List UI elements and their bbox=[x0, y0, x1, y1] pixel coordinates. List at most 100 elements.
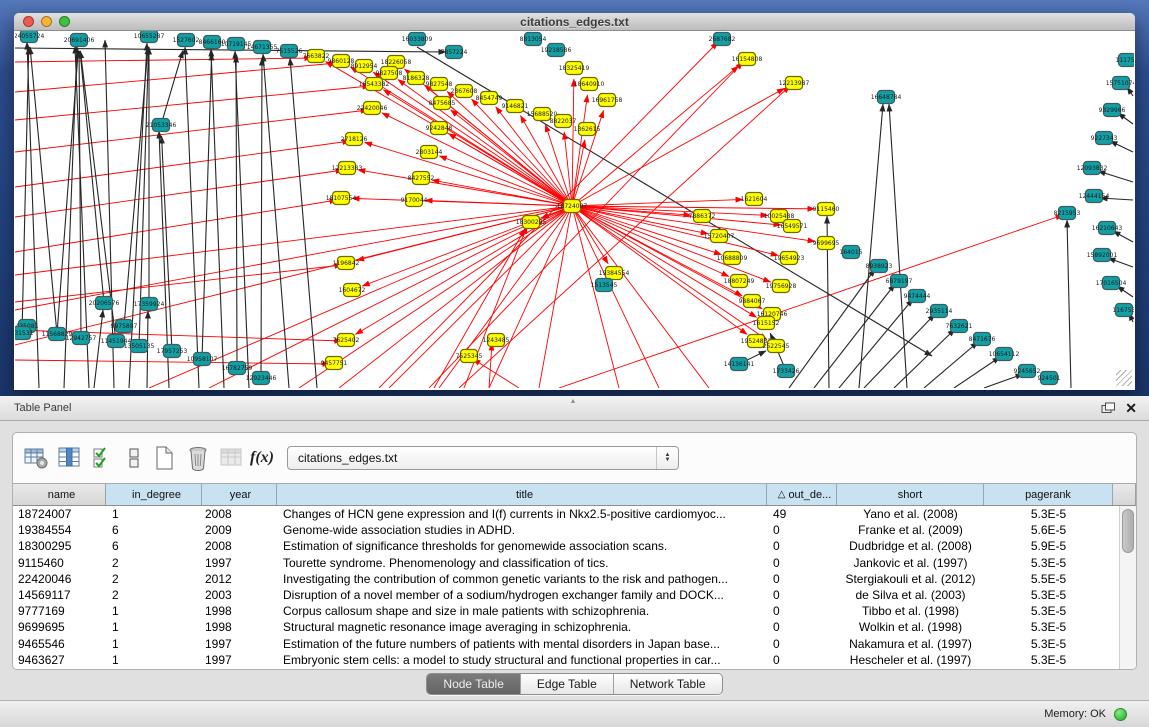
table-settings-button[interactable] bbox=[21, 443, 51, 473]
network-node-label: 14671355 bbox=[247, 44, 278, 51]
network-node-label: 14136141 bbox=[724, 361, 755, 368]
new-column-button[interactable] bbox=[149, 443, 179, 473]
column-header-title[interactable]: title bbox=[277, 484, 767, 505]
resize-grip[interactable] bbox=[1116, 370, 1132, 386]
network-selector[interactable]: citations_edges.txt ▲ ▼ bbox=[287, 446, 679, 470]
column-header-name[interactable]: name bbox=[13, 484, 106, 505]
table-row[interactable]: 2242004622012Investigating the contribut… bbox=[13, 571, 1136, 587]
delete-column-button[interactable] bbox=[183, 443, 213, 473]
table-cell: 1 bbox=[106, 653, 202, 667]
table-panel-body: f(x) citations_edges.txt ▲ ▼ namein_degr… bbox=[0, 421, 1149, 700]
network-node-label: 16543382 bbox=[359, 81, 390, 88]
table-row[interactable]: 1872400712008Changes of HCN gene express… bbox=[13, 506, 1136, 522]
network-node-label: 17359924 bbox=[134, 301, 165, 308]
column-header-out_de...[interactable]: △out_de... bbox=[767, 484, 837, 505]
scrollbar-thumb[interactable] bbox=[1122, 509, 1134, 553]
table-cell: 1997 bbox=[202, 556, 277, 570]
table-rows: 1872400712008Changes of HCN gene express… bbox=[13, 506, 1136, 669]
network-node-label: 164015 bbox=[840, 249, 863, 256]
network-canvas[interactable]: 1872400724055724206914061065528715276028… bbox=[15, 31, 1134, 388]
table-row[interactable]: 946554611997Estimation of the future num… bbox=[13, 636, 1136, 652]
table-cell: Wolkin et al. (1998) bbox=[837, 620, 984, 634]
table-row[interactable]: 1456911722003Disruption of a novel membe… bbox=[13, 587, 1136, 603]
tab-edge-table[interactable]: Edge Table bbox=[521, 674, 614, 694]
network-node-label: 2367608 bbox=[451, 88, 478, 95]
row-height-button[interactable] bbox=[123, 443, 145, 473]
network-node-label: 1604672 bbox=[339, 287, 366, 294]
new-file-icon bbox=[151, 444, 177, 472]
network-node-label: 12923446 bbox=[246, 375, 277, 382]
network-node-label: 12093832 bbox=[1077, 165, 1108, 172]
network-node-label: 8912954 bbox=[351, 63, 378, 70]
network-node-label: 1621604 bbox=[741, 196, 768, 203]
network-node-label: 12213383 bbox=[332, 165, 363, 172]
table-cell: 1 bbox=[106, 620, 202, 634]
table-cell: 5.6E-5 bbox=[984, 523, 1113, 537]
table-row[interactable]: 977716911998Corpus callosum shape and si… bbox=[13, 603, 1136, 619]
select-column-button[interactable] bbox=[55, 443, 85, 473]
splitter-handle-icon[interactable]: ▴ bbox=[571, 396, 575, 405]
network-node-label: 19218586 bbox=[541, 47, 572, 54]
column-header-scroll-stub[interactable] bbox=[1113, 484, 1136, 505]
table-cell: Corpus callosum shape and size in male p… bbox=[277, 604, 767, 618]
table-cell: 5.9E-5 bbox=[984, 539, 1113, 553]
show-hide-columns-button[interactable] bbox=[89, 443, 119, 473]
network-node-label: 2935114 bbox=[926, 308, 953, 315]
import-table-button[interactable] bbox=[217, 443, 247, 473]
close-panel-button[interactable]: ✕ bbox=[1125, 400, 1137, 417]
network-node-label: 10688809 bbox=[717, 255, 748, 262]
function-builder-button[interactable]: f(x) bbox=[251, 443, 273, 473]
column-header-year[interactable]: year bbox=[202, 484, 277, 505]
network-node-label: 7663822 bbox=[303, 53, 330, 60]
network-node-label: 9474444 bbox=[904, 293, 931, 300]
network-node-label: 15720407 bbox=[704, 233, 735, 240]
table-cell: 5.3E-5 bbox=[984, 637, 1113, 651]
table-cell: Hescheler et al. (1997) bbox=[837, 653, 984, 667]
network-node-label: 18226058 bbox=[381, 59, 412, 66]
network-canvas-container: 1872400724055724206914061065528715276028… bbox=[15, 31, 1134, 388]
network-node-label: 9699695 bbox=[813, 240, 840, 247]
table-header-row: namein_degreeyeartitle△out_de...shortpag… bbox=[13, 483, 1136, 506]
network-node-label: 7632621 bbox=[946, 323, 973, 330]
window-title: citations_edges.txt bbox=[14, 15, 1135, 29]
network-window: citations_edges.txt 18724007240557242069… bbox=[14, 13, 1135, 390]
network-node-label: 9170044 bbox=[401, 197, 428, 204]
table-cell: Yano et al. (2008) bbox=[837, 507, 984, 521]
network-node-label: 16210643 bbox=[1092, 225, 1123, 232]
network-node-label: 8215953 bbox=[1054, 210, 1081, 217]
table-row[interactable]: 1938455462009Genome-wide association stu… bbox=[13, 522, 1136, 538]
network-node-label: 924501 bbox=[1038, 375, 1061, 382]
vertical-scrollbar[interactable] bbox=[1119, 506, 1136, 669]
table-panel-titlebar[interactable]: ▴ Table Panel ✕ bbox=[0, 396, 1149, 421]
table-row[interactable]: 911546021997Tourette syndrome. Phenomeno… bbox=[13, 555, 1136, 571]
table-row[interactable]: 1830029562008Estimation of significance … bbox=[13, 538, 1136, 554]
network-node-label: 8471676 bbox=[969, 336, 996, 343]
table-cell: 1 bbox=[106, 604, 202, 618]
table-cell: 2003 bbox=[202, 588, 277, 602]
table-cell: 1998 bbox=[202, 604, 277, 618]
tab-node-table[interactable]: Node Table bbox=[427, 674, 521, 694]
column-header-in_degree[interactable]: in_degree bbox=[106, 484, 202, 505]
tab-network-table[interactable]: Network Table bbox=[614, 674, 722, 694]
table-cell: 1997 bbox=[202, 653, 277, 667]
table-cell: 1997 bbox=[202, 637, 277, 651]
float-panel-button[interactable] bbox=[1101, 402, 1115, 414]
network-node-label: 10654112 bbox=[989, 351, 1020, 358]
column-header-pagerank[interactable]: pagerank bbox=[984, 484, 1113, 505]
table-cell: 5.3E-5 bbox=[984, 588, 1113, 602]
window-titlebar[interactable]: citations_edges.txt bbox=[14, 13, 1135, 31]
table-cell: 0 bbox=[767, 620, 837, 634]
table-row[interactable]: 969969511998Structural magnetic resonanc… bbox=[13, 619, 1136, 635]
table-cell: 2 bbox=[106, 556, 202, 570]
table-cell: 9115460 bbox=[13, 556, 106, 570]
table-cell: Investigating the contribution of common… bbox=[277, 572, 767, 586]
network-node-label: 116753 bbox=[1113, 307, 1134, 314]
network-node-label: 12444154 bbox=[1079, 193, 1110, 200]
table-row[interactable]: 946362711997Embryonic stem cells: a mode… bbox=[13, 652, 1136, 668]
status-bar: Memory: OK bbox=[0, 700, 1149, 727]
column-header-short[interactable]: short bbox=[837, 484, 984, 505]
network-node-label: 6879197 bbox=[886, 278, 913, 285]
table-cell: Changes of HCN gene expression and I(f) … bbox=[277, 507, 767, 521]
table-cell: 0 bbox=[767, 539, 837, 553]
network-node-label: 18107554 bbox=[326, 195, 357, 202]
